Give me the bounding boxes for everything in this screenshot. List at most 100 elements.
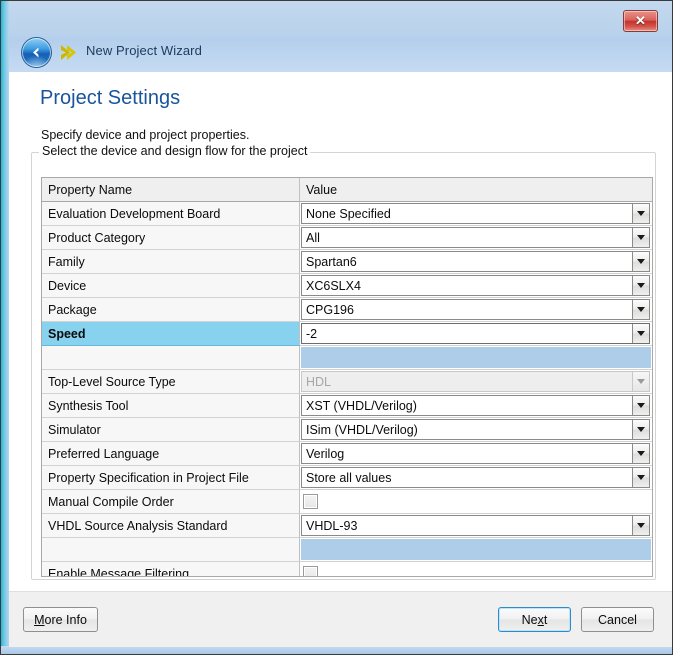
- property-name-cell: Family: [42, 250, 300, 274]
- table-row[interactable]: [42, 346, 652, 370]
- table-row[interactable]: [42, 538, 652, 562]
- groupbox-legend: Select the device and design flow for th…: [39, 144, 310, 158]
- property-value-cell[interactable]: [300, 538, 652, 562]
- property-name-cell: Manual Compile Order: [42, 490, 300, 514]
- value-dropdown[interactable]: None Specified: [301, 203, 650, 224]
- chevron-down-icon[interactable]: [632, 444, 649, 463]
- checkbox-icon[interactable]: [303, 494, 318, 509]
- value-dropdown[interactable]: ISim (VHDL/Verilog): [301, 419, 650, 440]
- table-row[interactable]: DeviceXC6SLX4: [42, 274, 652, 298]
- chevron-down-icon[interactable]: [632, 300, 649, 319]
- chevron-down-icon[interactable]: [632, 324, 649, 343]
- value-dropdown[interactable]: VHDL-93: [301, 515, 650, 536]
- dropdown-value-text: XST (VHDL/Verilog): [302, 396, 632, 415]
- page-subtitle: Specify device and project properties.: [41, 128, 249, 142]
- more-info-button[interactable]: More Info: [23, 607, 98, 632]
- table-row[interactable]: PackageCPG196: [42, 298, 652, 322]
- value-dropdown[interactable]: All: [301, 227, 650, 248]
- table-row[interactable]: Enable Message Filtering: [42, 562, 652, 577]
- chevron-down-glyph: [637, 283, 645, 288]
- property-value-cell[interactable]: Spartan6: [300, 250, 652, 274]
- table-row[interactable]: FamilySpartan6: [42, 250, 652, 274]
- dropdown-value-text: VHDL-93: [302, 516, 632, 535]
- value-dropdown[interactable]: XST (VHDL/Verilog): [301, 395, 650, 416]
- column-header-property-name: Property Name: [42, 178, 300, 202]
- title-bar: New Project Wizard ✕: [9, 1, 672, 72]
- next-button[interactable]: Next: [498, 607, 571, 632]
- property-value-cell[interactable]: [300, 562, 652, 577]
- checkbox-icon[interactable]: [303, 566, 318, 577]
- page-title: Project Settings: [40, 87, 180, 110]
- value-dropdown[interactable]: Verilog: [301, 443, 650, 464]
- chevron-down-glyph: [637, 523, 645, 528]
- chevron-down-glyph: [637, 451, 645, 456]
- value-dropdown[interactable]: XC6SLX4: [301, 275, 650, 296]
- dropdown-value-text: ISim (VHDL/Verilog): [302, 420, 632, 439]
- chevron-down-icon[interactable]: [632, 276, 649, 295]
- property-name-cell: [42, 538, 300, 562]
- chevron-down-icon[interactable]: [632, 468, 649, 487]
- value-dropdown[interactable]: -2: [301, 323, 650, 344]
- chevron-down-glyph: [637, 259, 645, 264]
- value-dropdown[interactable]: Store all values: [301, 467, 650, 488]
- property-value-cell[interactable]: ISim (VHDL/Verilog): [300, 418, 652, 442]
- chevron-down-glyph: [637, 475, 645, 480]
- property-value-cell[interactable]: Verilog: [300, 442, 652, 466]
- property-name-cell: Product Category: [42, 226, 300, 250]
- chevron-right-icon: [60, 44, 79, 61]
- property-value-cell[interactable]: VHDL-93: [300, 514, 652, 538]
- back-arrow-icon[interactable]: [22, 38, 51, 67]
- spacer-fill: [301, 347, 651, 368]
- table-row[interactable]: VHDL Source Analysis StandardVHDL-93: [42, 514, 652, 538]
- wizard-title: New Project Wizard: [86, 43, 202, 58]
- property-value-cell[interactable]: Store all values: [300, 466, 652, 490]
- chevron-down-icon[interactable]: [632, 252, 649, 271]
- property-name-cell: Top-Level Source Type: [42, 370, 300, 394]
- property-value-cell[interactable]: [300, 490, 652, 514]
- dropdown-value-text: None Specified: [302, 204, 632, 223]
- property-value-cell[interactable]: -2: [300, 322, 652, 346]
- table-row[interactable]: Preferred LanguageVerilog: [42, 442, 652, 466]
- table-row[interactable]: Manual Compile Order: [42, 490, 652, 514]
- window-frame-left-edge: [1, 1, 9, 654]
- property-value-cell[interactable]: None Specified: [300, 202, 652, 226]
- dropdown-value-text: Spartan6: [302, 252, 632, 271]
- close-icon[interactable]: ✕: [623, 10, 658, 32]
- value-dropdown[interactable]: Spartan6: [301, 251, 650, 272]
- next-label-post: t: [544, 613, 547, 627]
- table-row[interactable]: Synthesis ToolXST (VHDL/Verilog): [42, 394, 652, 418]
- chevron-down-glyph: [637, 331, 645, 336]
- chevron-down-glyph: [637, 307, 645, 312]
- property-name-cell: Package: [42, 298, 300, 322]
- checkbox-cell[interactable]: [301, 563, 650, 577]
- table-row[interactable]: Product CategoryAll: [42, 226, 652, 250]
- property-value-cell[interactable]: XST (VHDL/Verilog): [300, 394, 652, 418]
- property-name-cell: Simulator: [42, 418, 300, 442]
- chevron-down-icon[interactable]: [632, 204, 649, 223]
- chevron-down-glyph: [637, 235, 645, 240]
- table-row[interactable]: SimulatorISim (VHDL/Verilog): [42, 418, 652, 442]
- chevron-down-icon[interactable]: [632, 228, 649, 247]
- cancel-button[interactable]: Cancel: [581, 607, 654, 632]
- column-header-value: Value: [300, 178, 652, 202]
- property-value-cell[interactable]: CPG196: [300, 298, 652, 322]
- table-row[interactable]: Speed-2: [42, 322, 652, 346]
- chevron-down-icon[interactable]: [632, 396, 649, 415]
- chevron-down-icon[interactable]: [632, 516, 649, 535]
- property-value-cell[interactable]: HDL: [300, 370, 652, 394]
- table-row[interactable]: Property Specification in Project FileSt…: [42, 466, 652, 490]
- property-name-cell: Evaluation Development Board: [42, 202, 300, 226]
- property-value-cell[interactable]: XC6SLX4: [300, 274, 652, 298]
- property-name-cell: [42, 346, 300, 370]
- table-row[interactable]: Evaluation Development BoardNone Specifi…: [42, 202, 652, 226]
- property-value-cell[interactable]: All: [300, 226, 652, 250]
- value-dropdown[interactable]: CPG196: [301, 299, 650, 320]
- chevron-down-icon[interactable]: [632, 420, 649, 439]
- property-grid[interactable]: Property Name Value Evaluation Developme…: [41, 177, 653, 577]
- table-row[interactable]: Top-Level Source TypeHDL: [42, 370, 652, 394]
- property-value-cell[interactable]: [300, 346, 652, 370]
- checkbox-cell[interactable]: [301, 491, 650, 512]
- chevron-down-glyph: [637, 379, 645, 384]
- dropdown-value-text: XC6SLX4: [302, 276, 632, 295]
- dropdown-value-text: HDL: [302, 372, 632, 391]
